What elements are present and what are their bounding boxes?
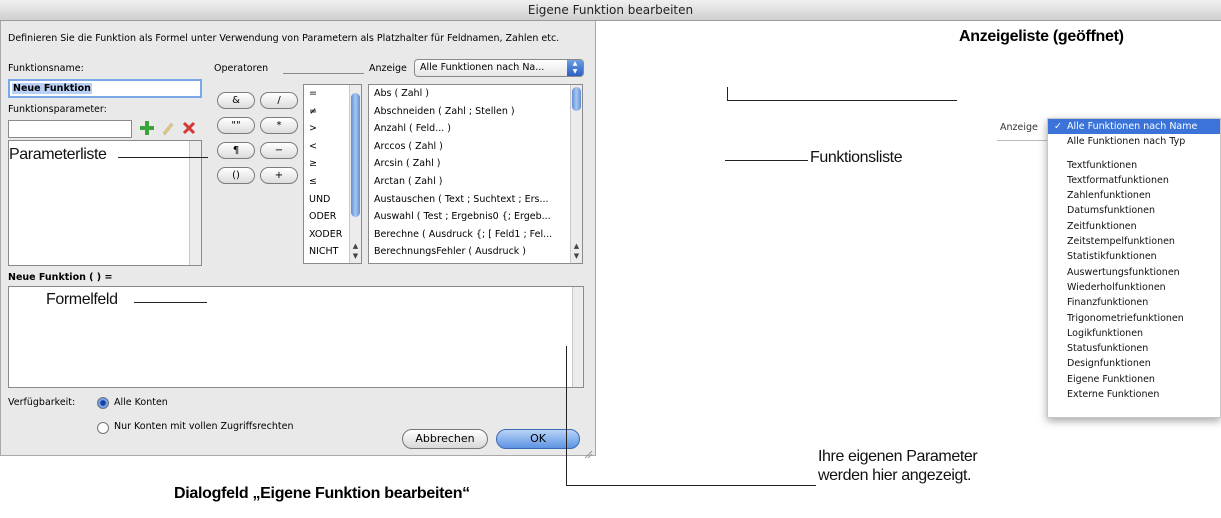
function-list-item[interactable]: Berechne ( Ausdruck {; [ Feld1 ; Fel... [369, 226, 582, 244]
menu-item[interactable]: Auswertungsfunktionen [1048, 265, 1220, 280]
scroll-down-arrow-icon[interactable]: ▼ [571, 252, 582, 261]
edit-custom-function-dialog: Eigene Funktion bearbeiten Definieren Si… [0, 0, 1221, 459]
callout-line [727, 87, 728, 101]
menu-item-by-name[interactable]: ✓ Alle Funktionen nach Name [1048, 119, 1220, 135]
function-list-item[interactable]: Arctan ( Zahl ) [369, 173, 582, 191]
callout-formula-field: Formelfeld [46, 291, 118, 308]
add-icon[interactable] [139, 120, 155, 136]
function-name-value: Neue Funktion [12, 83, 92, 94]
operator-list[interactable]: = ≠ > < ≥ ≤ UND ODER XODER NICHT ▲ ▼ [303, 84, 362, 264]
function-list-item[interactable]: Anzahl ( Feld... ) [369, 120, 582, 138]
view-list-caption: Anzeigeliste (geöffnet) [959, 28, 1124, 45]
callout-line [134, 302, 207, 303]
operator-button-multiply[interactable]: * [260, 117, 298, 134]
dialog-caption: Dialogfeld „Eigene Funktion bearbeiten“ [174, 485, 470, 502]
parameter-input[interactable] [8, 120, 132, 138]
menu-item[interactable]: Zeitstempelfunktionen [1048, 234, 1220, 249]
menu-item-by-type[interactable]: Alle Funktionen nach Typ [1048, 134, 1220, 149]
operator-button-minus[interactable]: − [260, 142, 298, 159]
function-list-scrollbar[interactable]: ▲ ▼ [570, 85, 582, 263]
view-label: Anzeige [369, 63, 407, 74]
menu-item[interactable]: Statusfunktionen [1048, 341, 1220, 356]
ok-button[interactable]: OK [496, 429, 580, 449]
operator-button-ampersand[interactable]: & [217, 92, 255, 109]
radio-full-access-label[interactable]: Nur Konten mit vollen Zugriffsrechten [114, 421, 293, 432]
operator-button-plus[interactable]: + [260, 167, 298, 184]
callout-line [725, 160, 808, 161]
view-popup-value: Alle Funktionen nach Na... [420, 62, 545, 73]
function-name-input[interactable]: Neue Funktion [8, 79, 202, 98]
function-list-item[interactable]: Abs ( Zahl ) [369, 85, 582, 103]
menu-separator [1048, 150, 1220, 158]
scroll-up-arrow-icon[interactable]: ▲ [571, 242, 582, 251]
operator-button-quotes[interactable]: "" [217, 117, 255, 134]
menu-item[interactable]: Zeitfunktionen [1048, 219, 1220, 234]
checkmark-icon: ✓ [1054, 121, 1062, 132]
parameters-label: Funktionsparameter: [8, 104, 107, 115]
function-list-item[interactable]: Abschneiden ( Zahl ; Stellen ) [369, 103, 582, 121]
operators-rule [283, 73, 364, 74]
function-list-item[interactable]: Auswahl ( Test ; Ergebnis0 {; Ergeb... [369, 208, 582, 226]
delete-icon[interactable] [181, 120, 197, 136]
menu-item[interactable]: Datumsfunktionen [1048, 203, 1220, 218]
operator-button-divide[interactable]: / [260, 92, 298, 109]
callout-line [727, 100, 957, 101]
formula-field-scrollbar[interactable] [572, 287, 583, 387]
menu-item[interactable]: Wiederholfunktionen [1048, 280, 1220, 295]
menu-item[interactable]: Statistikfunktionen [1048, 249, 1220, 264]
operator-list-scroll-thumb[interactable] [351, 93, 360, 217]
callout-line [566, 485, 816, 486]
menu-item[interactable]: Textfunktionen [1048, 158, 1220, 173]
dialog-description: Definieren Sie die Funktion als Formel u… [8, 33, 560, 44]
menu-view-label: Anzeige [1000, 122, 1038, 133]
function-list[interactable]: Abs ( Zahl ) Abschneiden ( Zahl ; Stelle… [368, 84, 583, 264]
edit-pencil-icon[interactable] [160, 120, 176, 136]
menu-item[interactable]: Externe Funktionen [1048, 387, 1220, 402]
formula-header: Neue Funktion ( ) = [8, 272, 113, 283]
callout-line [118, 157, 208, 158]
radio-all-accounts-label[interactable]: Alle Konten [114, 397, 168, 408]
callout-line [566, 346, 567, 486]
operator-button-pilcrow[interactable]: ¶ [217, 142, 255, 159]
menu-item[interactable]: Textformatfunktionen [1048, 173, 1220, 188]
radio-all-accounts[interactable] [97, 397, 109, 409]
view-popup[interactable]: Alle Funktionen nach Na... ▲ ▼ [414, 59, 584, 77]
menu-view-underline [997, 140, 1047, 141]
parameter-list-scrollbar[interactable] [189, 141, 201, 265]
callout-function-list: Funktionsliste [810, 149, 903, 166]
function-name-label: Funktionsname: [8, 63, 84, 74]
menu-item[interactable]: Logikfunktionen [1048, 326, 1220, 341]
menu-item[interactable]: Finanzfunktionen [1048, 295, 1220, 310]
operators-label: Operatoren [214, 63, 269, 74]
resize-grip-icon[interactable] [583, 444, 593, 459]
function-list-item[interactable]: Arccos ( Zahl ) [369, 138, 582, 156]
popup-arrows-icon: ▲ ▼ [567, 60, 583, 76]
function-list-item[interactable]: Austauschen ( Text ; Suchtext ; Ers... [369, 191, 582, 209]
cancel-button[interactable]: Abbrechen [402, 429, 488, 449]
dialog-title: Eigene Funktion bearbeiten [0, 0, 1221, 21]
operator-button-parentheses[interactable]: () [217, 167, 255, 184]
view-dropdown-menu[interactable]: ✓ Alle Funktionen nach Name Alle Funktio… [1047, 118, 1221, 418]
function-list-scroll-thumb[interactable] [572, 87, 581, 111]
callout-own-parameters: Ihre eigenen Parameter werden hier angez… [818, 447, 978, 485]
scroll-down-arrow-icon[interactable]: ▼ [350, 252, 361, 261]
operator-list-scrollbar[interactable]: ▲ ▼ [349, 85, 361, 263]
menu-item-label: Alle Funktionen nach Name [1067, 121, 1198, 132]
menu-item[interactable]: Trigonometriefunktionen [1048, 311, 1220, 326]
callout-parameter-list: Parameterliste [9, 146, 107, 163]
callout-own-parameters-line2: werden hier angezeigt. [818, 467, 972, 484]
callout-own-parameters-line1: Ihre eigenen Parameter [818, 448, 978, 465]
scroll-up-arrow-icon[interactable]: ▲ [350, 242, 361, 251]
radio-full-access-accounts[interactable] [97, 422, 109, 434]
function-list-item[interactable]: Arcsin ( Zahl ) [369, 155, 582, 173]
menu-item[interactable]: Designfunktionen [1048, 356, 1220, 371]
menu-item[interactable]: Eigene Funktionen [1048, 372, 1220, 387]
menu-item[interactable]: Zahlenfunktionen [1048, 188, 1220, 203]
function-list-item[interactable]: BerechnungsFehler ( Ausdruck ) [369, 243, 582, 261]
availability-label: Verfügbarkeit: [8, 397, 76, 408]
